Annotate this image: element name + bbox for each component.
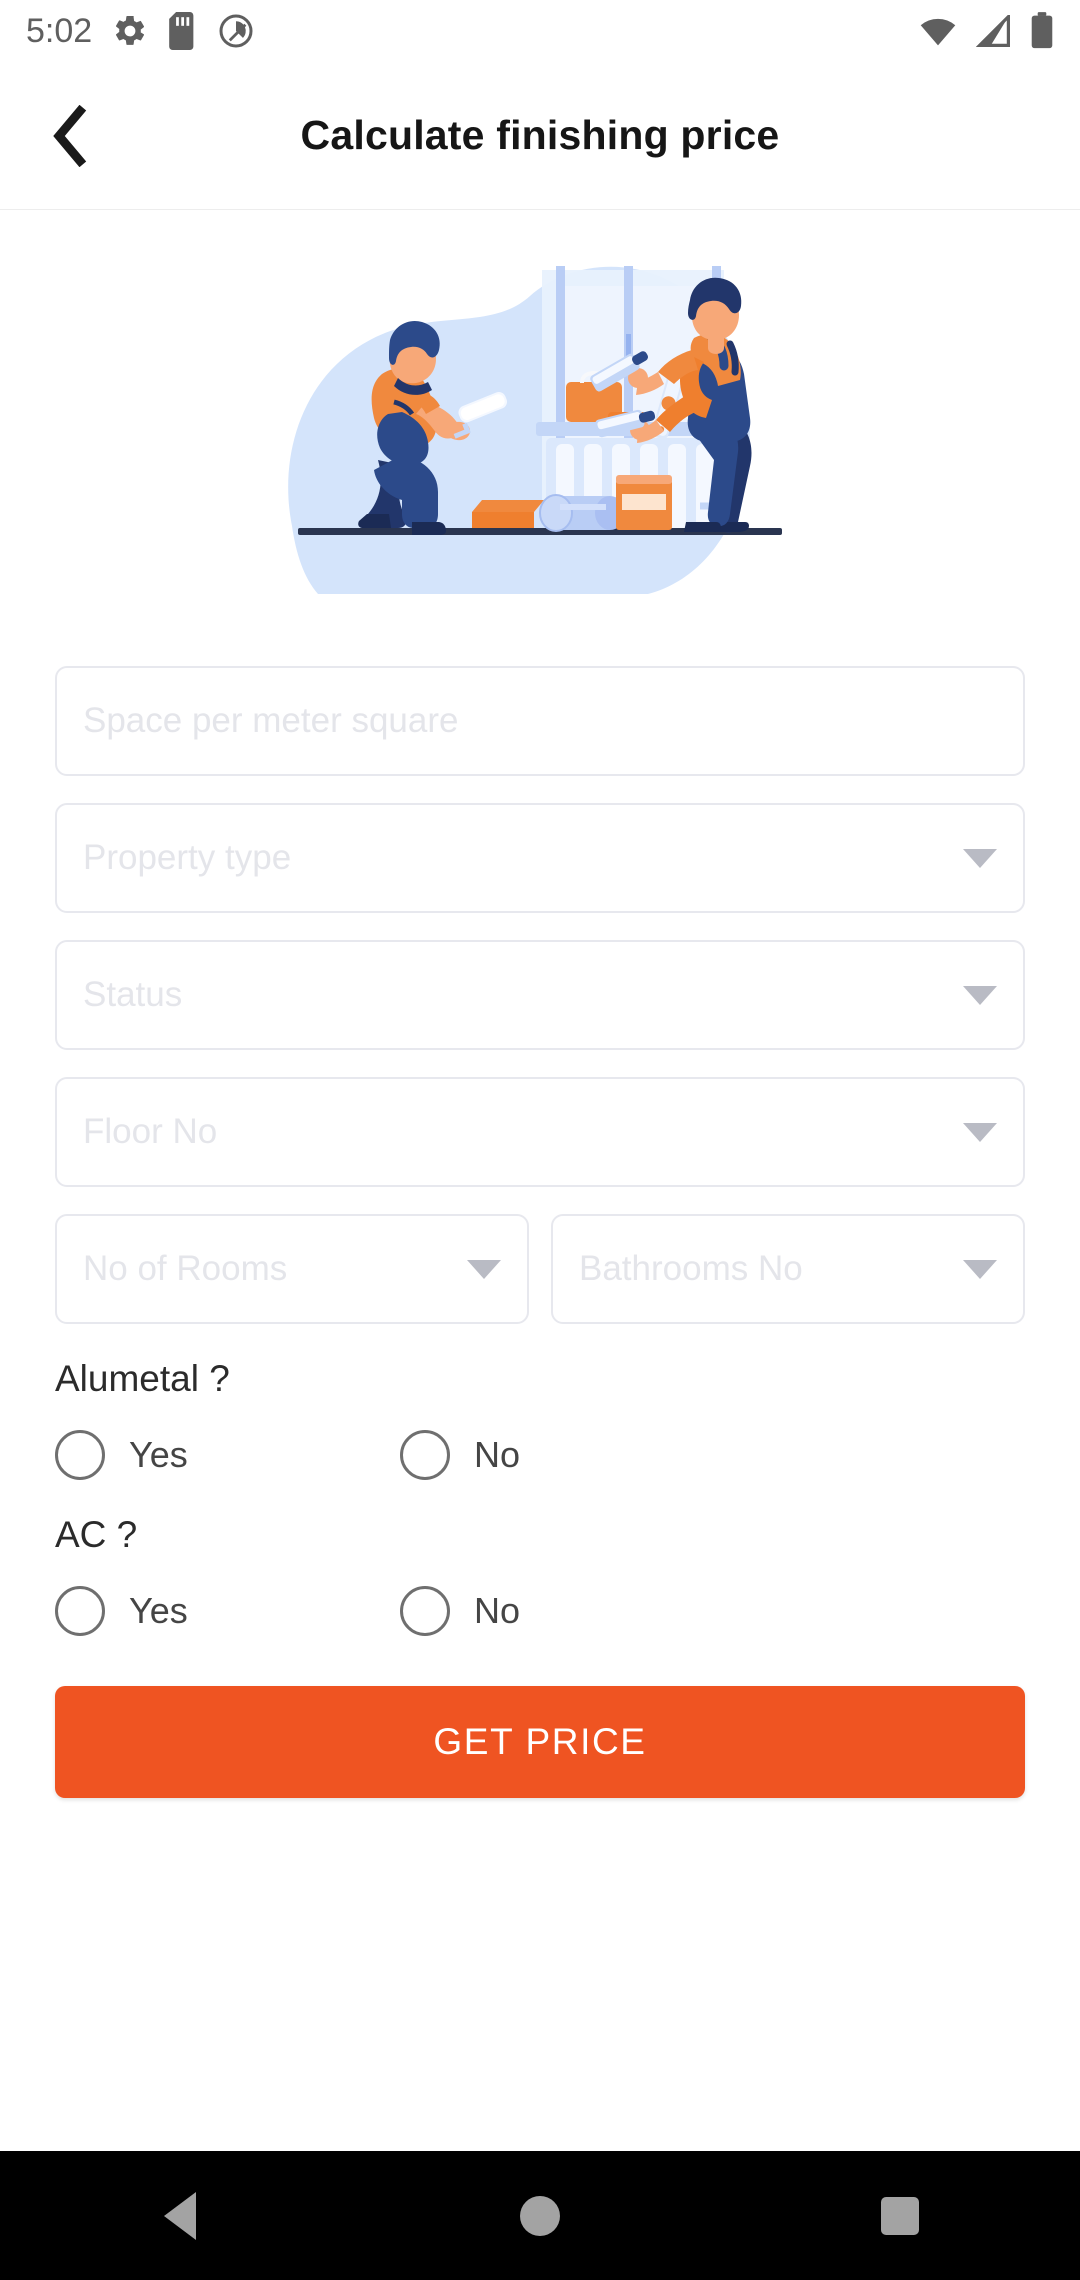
alumetal-yes-label: Yes [129,1434,188,1475]
chevron-down-icon [963,848,997,868]
back-button[interactable] [22,88,118,184]
wifi-icon [920,18,956,46]
radio-circle-icon[interactable] [400,1586,450,1636]
ac-no-option[interactable]: No [400,1586,520,1636]
no-of-rooms-placeholder: No of Rooms [83,1249,288,1288]
ac-label: AC ? [55,1514,138,1555]
alumetal-question-group: Alumetal ? Yes No [55,1358,1025,1480]
bathrooms-no-placeholder: Bathrooms No [579,1249,803,1288]
battery-icon [1031,12,1053,49]
alumetal-label: Alumetal ? [55,1358,230,1399]
back-arrow-icon [53,104,87,167]
no-of-rooms-dropdown[interactable]: No of Rooms [55,1214,529,1324]
floor-no-dropdown[interactable]: Floor No [55,1077,1025,1187]
signal-icon [976,15,1010,47]
space-per-meter-square-placeholder: Space per meter square [83,701,459,740]
square-recents-icon [881,2196,919,2235]
property-type-dropdown[interactable]: Property type [55,803,1025,913]
bathrooms-no-dropdown[interactable]: Bathrooms No [551,1214,1025,1324]
chevron-down-icon [963,1122,997,1142]
rooms-bathrooms-row: No of Rooms Bathrooms No [55,1214,1025,1324]
radio-circle-icon[interactable] [55,1430,105,1480]
floor-no-placeholder: Floor No [83,1112,218,1151]
circle-home-icon [520,2195,560,2236]
status-bar-left: 5:02 [26,12,254,50]
nav-home-button[interactable] [465,2151,615,2280]
ac-yes-option[interactable]: Yes [55,1586,400,1636]
ac-no-label: No [474,1590,521,1631]
alumetal-yes-option[interactable]: Yes [55,1430,400,1480]
status-dropdown[interactable]: Status [55,940,1025,1050]
android-navigation-bar [0,2151,1080,2280]
triangle-back-icon [164,2191,196,2240]
status-placeholder: Status [83,975,183,1014]
nav-recents-button[interactable] [825,2151,975,2280]
chevron-down-icon [467,1259,501,1279]
home-renovation-workers-illustration [0,226,1080,666]
radio-circle-icon[interactable] [400,1430,450,1480]
gear-icon [116,15,145,45]
scroll-content[interactable]: Space per meter square Property type Sta… [0,211,1080,2151]
space-per-meter-square-field[interactable]: Space per meter square [55,666,1025,776]
app-bar: Calculate finishing price [0,62,1080,210]
ac-yes-label: Yes [129,1590,188,1631]
chevron-down-icon [963,985,997,1005]
ac-question-group: AC ? Yes No [55,1514,1025,1636]
status-bar: 5:02 [0,0,1080,62]
status-time: 5:02 [26,12,93,50]
alumetal-radio-row: Yes No [55,1430,1025,1480]
status-bar-right [918,12,1054,50]
property-type-placeholder: Property type [83,838,292,877]
ac-radio-row: Yes No [55,1586,1025,1636]
radio-circle-icon[interactable] [55,1586,105,1636]
alumetal-no-option[interactable]: No [400,1430,520,1480]
chevron-down-icon [963,1259,997,1279]
calculate-price-form: Space per meter square Property type Sta… [0,666,1080,1798]
illustration-svg [288,266,782,594]
page-title: Calculate finishing price [300,112,780,158]
data-saver-icon [219,14,253,48]
nav-back-button[interactable] [105,2151,255,2280]
alumetal-no-label: No [474,1434,521,1475]
sd-card-icon [169,12,194,50]
get-price-button[interactable]: GET PRICE [55,1686,1025,1798]
